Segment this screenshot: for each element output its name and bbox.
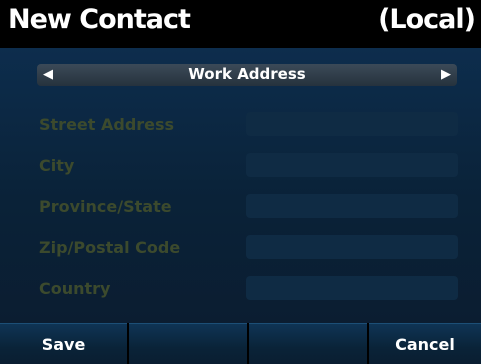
page-title: New Contact [8,4,191,35]
save-softkey[interactable]: Save [0,323,127,364]
cancel-softkey[interactable]: Cancel [369,323,481,364]
cancel-softkey-label: Cancel [395,335,455,354]
directory-scope-label: (Local) [378,4,476,35]
form-row-zip-postal-code: Zip/Postal Code [0,235,481,261]
form-row-street-address: Street Address [0,112,481,138]
save-softkey-label: Save [41,335,86,354]
address-type-label: Work Address [188,65,306,83]
title-bar: New Contact (Local) [0,0,481,48]
country-field[interactable] [246,276,458,300]
street-address-field[interactable] [246,112,458,136]
country-label: Country [39,279,111,298]
form-row-province-state: Province/State [0,194,481,220]
form-row-city: City [0,153,481,179]
province-state-field[interactable] [246,194,458,218]
city-field[interactable] [246,153,458,177]
form-row-country: Country [0,276,481,302]
softkey-bar: Save Cancel [0,323,481,364]
address-type-selector[interactable]: ◀ Work Address ▶ [37,64,457,86]
zip-postal-code-label: Zip/Postal Code [39,238,181,257]
province-state-label: Province/State [39,197,172,216]
city-label: City [39,156,75,175]
triangle-right-icon[interactable]: ▶ [441,67,451,83]
softkey-2[interactable] [129,323,247,364]
street-address-label: Street Address [39,115,175,134]
softkey-3[interactable] [249,323,367,364]
zip-postal-code-field[interactable] [246,235,458,259]
